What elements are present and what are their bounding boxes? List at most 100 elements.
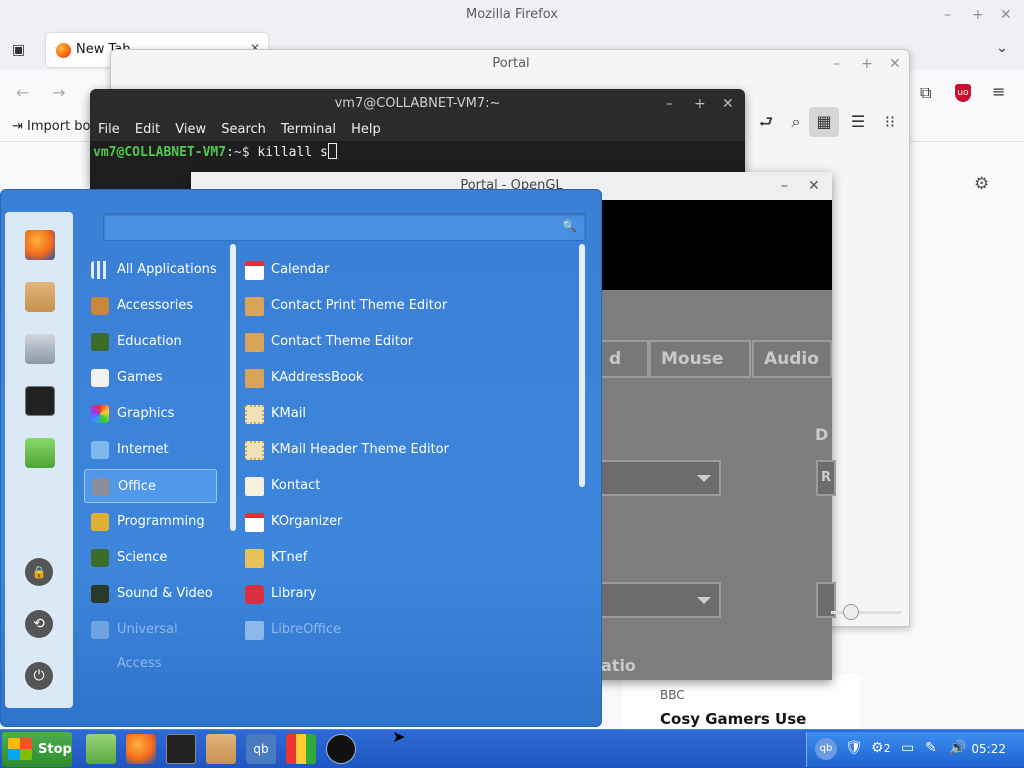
category-universal-access[interactable]: Universal Access — [84, 613, 217, 671]
taskbar-firefox-icon[interactable] — [126, 734, 156, 764]
logout-icon[interactable]: ⟲ — [25, 610, 53, 638]
category-scrollbar[interactable] — [230, 244, 236, 531]
package-installer-icon[interactable] — [25, 282, 55, 312]
category-label: Office — [118, 479, 156, 494]
back-arrow-icon[interactable]: ← — [16, 83, 29, 102]
grid-view-button[interactable]: ▦ — [809, 107, 839, 137]
taskbar-terminal-icon[interactable] — [166, 734, 196, 764]
settings-tab-keyboard[interactable]: d — [597, 340, 649, 378]
accessories-icon — [91, 297, 109, 315]
maximize-button[interactable]: + — [972, 0, 984, 30]
package-icon — [245, 333, 264, 352]
settings-mixer-icon[interactable] — [25, 334, 55, 364]
tray-updates-count: 2 — [883, 742, 891, 755]
app-korganizer[interactable]: KOrganizer — [243, 505, 563, 539]
tray-display-icon[interactable]: ▭ — [901, 740, 914, 756]
tab-list-icon[interactable]: ▣ — [12, 42, 25, 58]
taskbar-qbittorrent-icon[interactable]: qb — [246, 734, 276, 764]
menu-search-input[interactable]: 🔍 — [103, 213, 586, 241]
category-accessories[interactable]: Accessories — [84, 289, 217, 323]
taskbar-portal-icon[interactable] — [326, 734, 356, 764]
chevron-down-icon[interactable]: ⌄ — [996, 40, 1008, 56]
terminal-menu-terminal[interactable]: Terminal — [281, 122, 336, 137]
settings-dropdown-1[interactable] — [597, 460, 721, 496]
category-programming[interactable]: Programming — [84, 505, 217, 539]
folder-icon[interactable] — [25, 438, 55, 468]
settings-tab-audio[interactable]: Audio — [752, 340, 832, 378]
import-bookmarks-link[interactable]: ⇥ Import bo — [12, 119, 91, 134]
power-icon[interactable]: ⏻ — [25, 662, 53, 690]
terminal-menu-help[interactable]: Help — [351, 122, 381, 137]
app-label: Kontact — [271, 478, 321, 493]
category-education[interactable]: Education — [84, 325, 217, 359]
hamburger-menu-icon[interactable]: ≡ — [992, 82, 1005, 101]
terminal-menu-search[interactable]: Search — [221, 122, 266, 137]
ktnef-icon — [245, 549, 264, 568]
app-contact-print-theme-editor[interactable]: Contact Print Theme Editor — [243, 289, 563, 323]
terminal-menu-file[interactable]: File — [98, 122, 120, 137]
settings-tab-mouse[interactable]: Mouse — [649, 340, 751, 378]
taskbar-package-icon[interactable] — [206, 734, 236, 764]
terminal-launcher-icon[interactable] — [25, 386, 55, 416]
terminal-maximize-button[interactable]: + — [694, 89, 706, 119]
compact-view-button[interactable]: ⁝⁝ — [875, 107, 905, 137]
office-icon — [92, 478, 110, 496]
opengl-minimize-button[interactable]: – — [781, 172, 788, 200]
app-kontact[interactable]: Kontact — [243, 469, 563, 503]
opengl-close-button[interactable]: ✕ — [808, 172, 820, 200]
portal-maximize-button[interactable]: + — [861, 50, 873, 78]
ublock-icon[interactable]: uo — [955, 84, 971, 102]
volume-slider-handle[interactable] — [843, 604, 859, 620]
app-ktnef[interactable]: KTnef — [243, 541, 563, 575]
news-card[interactable]: BBC Cosy Gamers Use — [622, 674, 860, 734]
category-graphics[interactable]: Graphics — [84, 397, 217, 431]
app-label: LibreOffice — [271, 622, 342, 637]
gear-icon[interactable]: ⚙ — [974, 174, 989, 194]
search-icon[interactable]: ⌕ — [781, 107, 811, 137]
start-label: Stop — [38, 742, 72, 757]
package-icon — [245, 297, 264, 316]
terminal-menu-edit[interactable]: Edit — [135, 122, 160, 137]
category-games[interactable]: Games — [84, 361, 217, 395]
category-internet[interactable]: Internet — [84, 433, 217, 467]
app-kmail[interactable]: KMail — [243, 397, 563, 431]
forward-arrow-icon[interactable]: → — [52, 83, 65, 102]
terminal-menu-view[interactable]: View — [175, 122, 206, 137]
app-calendar[interactable]: Calendar — [243, 253, 563, 287]
tray-updates-icon[interactable]: ⚙2 — [871, 740, 891, 756]
app-kaddressbook[interactable]: KAddressBook — [243, 361, 563, 395]
app-contact-theme-editor[interactable]: Contact Theme Editor — [243, 325, 563, 359]
category-science[interactable]: Science — [84, 541, 217, 575]
app-libreoffice[interactable]: LibreOffice — [243, 613, 563, 647]
portal-close-button[interactable]: ✕ — [889, 50, 901, 78]
volume-slider-track[interactable] — [831, 611, 901, 614]
settings-box-right[interactable]: R — [816, 460, 836, 496]
start-button[interactable]: Stop — [2, 732, 72, 767]
category-label: Accessories — [117, 298, 194, 313]
tray-volume-icon[interactable]: 🔊 — [949, 740, 966, 756]
close-button[interactable]: ✕ — [1000, 0, 1012, 30]
apps-scrollbar[interactable] — [579, 244, 585, 487]
portal-window-title: Portal — [492, 56, 530, 71]
return-icon[interactable]: ⮐ — [751, 107, 781, 137]
list-view-button[interactable]: ☰ — [843, 107, 873, 137]
taskbar-file-manager-icon[interactable] — [86, 734, 116, 764]
tray-pen-icon[interactable]: ✎ — [925, 740, 937, 756]
category-office[interactable]: Office — [84, 469, 217, 503]
category-all-applications[interactable]: All Applications — [84, 253, 217, 287]
extensions-icon[interactable]: ⧉ — [920, 83, 931, 103]
settings-dropdown-2[interactable] — [597, 582, 721, 618]
tray-qbittorrent-icon[interactable]: qb — [815, 738, 837, 760]
minimize-button[interactable]: – — [944, 0, 951, 30]
tray-shield-icon[interactable]: 🛡 — [845, 740, 863, 756]
taskbar-chart-app-icon[interactable] — [286, 734, 316, 764]
category-sound-video[interactable]: Sound & Video — [84, 577, 217, 611]
tray-clock[interactable]: 05:22 — [971, 742, 1006, 756]
portal-minimize-button[interactable]: – — [833, 50, 840, 78]
firefox-launcher-icon[interactable] — [25, 230, 55, 260]
app-kmail-header-theme-editor[interactable]: KMail Header Theme Editor — [243, 433, 563, 467]
lock-icon[interactable]: 🔒 — [25, 558, 53, 586]
app-library[interactable]: Library — [243, 577, 563, 611]
terminal-minimize-button[interactable]: – — [666, 89, 673, 119]
terminal-close-button[interactable]: ✕ — [722, 89, 734, 119]
